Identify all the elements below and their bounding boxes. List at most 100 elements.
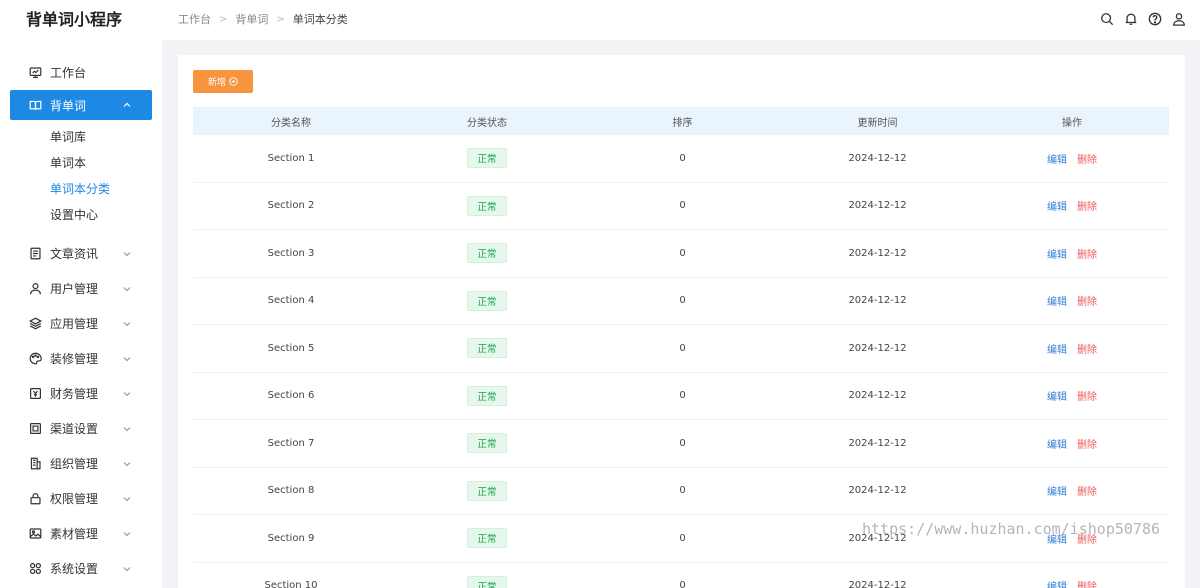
sidebar-item-label: 用户管理 bbox=[50, 282, 99, 296]
sidebar-item-label: 应用管理 bbox=[50, 317, 99, 331]
sidebar-item-apps[interactable]: 应用管理 bbox=[0, 306, 162, 341]
table-header: 分类名称 分类状态 排序 更新时间 操作 bbox=[193, 107, 1169, 135]
status-cell: 正常 bbox=[389, 148, 585, 169]
breadcrumb-item[interactable]: 工作台 bbox=[178, 0, 211, 40]
sidebar-item-system-settings[interactable]: 系统设置 bbox=[0, 551, 162, 586]
table-row: Section 5 正常 0 2024-12-12 编辑 删除 bbox=[193, 325, 1169, 373]
sidebar-item-permissions[interactable]: 权限管理 bbox=[0, 481, 162, 516]
sort-value: 0 bbox=[679, 152, 686, 164]
table-row: Section 3 正常 0 2024-12-12 编辑 删除 bbox=[193, 230, 1169, 278]
bell-icon[interactable] bbox=[1124, 12, 1138, 26]
monitor-icon bbox=[28, 66, 42, 80]
status-badge: 正常 bbox=[467, 338, 507, 359]
sort-value: 0 bbox=[679, 295, 686, 307]
edit-link[interactable]: 编辑 bbox=[1047, 246, 1067, 261]
actions-cell: 编辑 删除 bbox=[975, 246, 1169, 261]
delete-link[interactable]: 删除 bbox=[1077, 436, 1097, 451]
sidebar-subitem-word-library[interactable]: 单词库 bbox=[0, 124, 162, 150]
column-header: 操作 bbox=[1062, 117, 1082, 129]
chevron-right-icon: > bbox=[219, 14, 228, 25]
sidebar-item-vocab[interactable]: 背单词 bbox=[10, 90, 152, 120]
edit-link[interactable]: 编辑 bbox=[1047, 151, 1067, 166]
search-icon[interactable] bbox=[1100, 12, 1114, 26]
sort-value: 0 bbox=[679, 342, 686, 354]
status-cell: 正常 bbox=[389, 575, 585, 588]
delete-link[interactable]: 删除 bbox=[1077, 198, 1097, 213]
layers-icon bbox=[28, 317, 42, 331]
delete-link[interactable]: 删除 bbox=[1077, 531, 1097, 546]
sidebar-item-decoration[interactable]: 装修管理 bbox=[0, 341, 162, 376]
status-badge: 正常 bbox=[467, 290, 507, 311]
sidebar-item-channels[interactable]: 渠道设置 bbox=[0, 411, 162, 446]
edit-link[interactable]: 编辑 bbox=[1047, 198, 1067, 213]
actions-cell: 编辑 删除 bbox=[975, 151, 1169, 166]
delete-link[interactable]: 删除 bbox=[1077, 246, 1097, 261]
column-header: 更新时间 bbox=[857, 117, 898, 129]
status-cell: 正常 bbox=[389, 195, 585, 216]
delete-link[interactable]: 删除 bbox=[1077, 151, 1097, 166]
sort-value: 0 bbox=[679, 580, 686, 588]
delete-link[interactable]: 删除 bbox=[1077, 293, 1097, 308]
content-panel: 新增 分类名称 分类状态 排序 更新时间 操作 Section 1 正常 0 2024… bbox=[178, 55, 1185, 588]
category-name: Section 1 bbox=[267, 152, 315, 164]
sidebar-item-label: 渠道设置 bbox=[50, 422, 99, 436]
palette-icon bbox=[28, 352, 42, 366]
sidebar-item-workbench[interactable]: 工作台 bbox=[0, 55, 162, 90]
plus-circle-icon bbox=[229, 77, 238, 86]
finance-icon bbox=[28, 387, 42, 401]
actions-cell: 编辑 删除 bbox=[975, 483, 1169, 498]
table-row: Section 9 正常 0 2024-12-12 编辑 删除 bbox=[193, 515, 1169, 563]
sidebar-item-finance[interactable]: 财务管理 bbox=[0, 376, 162, 411]
category-name: Section 3 bbox=[267, 247, 315, 259]
category-name: Section 7 bbox=[267, 437, 315, 449]
chevron-down-icon bbox=[123, 496, 131, 501]
edit-link[interactable]: 编辑 bbox=[1047, 436, 1067, 451]
updated-time: 2024-12-12 bbox=[848, 247, 907, 259]
actions-cell: 编辑 删除 bbox=[975, 293, 1169, 308]
help-icon[interactable] bbox=[1148, 12, 1162, 26]
sidebar-item-materials[interactable]: 素材管理 bbox=[0, 516, 162, 551]
sidebar-subitem-wordbook-category[interactable]: 单词本分类 bbox=[0, 176, 162, 202]
edit-link[interactable]: 编辑 bbox=[1047, 531, 1067, 546]
sidebar-nav: 工作台 背单词 单词库 单词本 单词本分类 设置中心 文章资讯 用户管理 应用管… bbox=[0, 55, 162, 586]
edit-link[interactable]: 编辑 bbox=[1047, 578, 1067, 588]
chevron-down-icon bbox=[123, 356, 131, 361]
sidebar-item-articles[interactable]: 文章资讯 bbox=[0, 236, 162, 271]
category-name: Section 8 bbox=[267, 485, 315, 497]
chevron-down-icon bbox=[123, 251, 131, 256]
category-name: Section 5 bbox=[267, 342, 315, 354]
edit-link[interactable]: 编辑 bbox=[1047, 388, 1067, 403]
sidebar-item-users[interactable]: 用户管理 bbox=[0, 271, 162, 306]
user-icon[interactable] bbox=[1172, 12, 1186, 26]
updated-time: 2024-12-12 bbox=[848, 390, 907, 402]
status-cell: 正常 bbox=[389, 480, 585, 501]
sidebar-item-label: 工作台 bbox=[50, 66, 87, 80]
delete-link[interactable]: 删除 bbox=[1077, 341, 1097, 356]
sidebar-item-label: 素材管理 bbox=[50, 527, 99, 541]
table-row: Section 7 正常 0 2024-12-12 编辑 删除 bbox=[193, 420, 1169, 468]
delete-link[interactable]: 删除 bbox=[1077, 578, 1097, 588]
edit-link[interactable]: 编辑 bbox=[1047, 483, 1067, 498]
category-name: Section 4 bbox=[267, 295, 315, 307]
actions-cell: 编辑 删除 bbox=[975, 531, 1169, 546]
breadcrumb-item[interactable]: 背单词 bbox=[235, 0, 268, 40]
add-button[interactable]: 新增 bbox=[193, 70, 253, 93]
sort-value: 0 bbox=[679, 247, 686, 259]
table-row: Section 1 正常 0 2024-12-12 编辑 删除 bbox=[193, 135, 1169, 183]
updated-time: 2024-12-12 bbox=[848, 295, 907, 307]
sidebar-subitem-wordbook[interactable]: 单词本 bbox=[0, 150, 162, 176]
updated-time: 2024-12-12 bbox=[848, 200, 907, 212]
updated-time: 2024-12-12 bbox=[848, 485, 907, 497]
channel-icon bbox=[28, 422, 42, 436]
actions-cell: 编辑 删除 bbox=[975, 341, 1169, 356]
sidebar-subitem-settings-center[interactable]: 设置中心 bbox=[0, 202, 162, 228]
column-header: 分类状态 bbox=[467, 117, 507, 129]
actions-cell: 编辑 删除 bbox=[975, 578, 1169, 588]
edit-link[interactable]: 编辑 bbox=[1047, 293, 1067, 308]
category-name: Section 2 bbox=[267, 200, 315, 212]
edit-link[interactable]: 编辑 bbox=[1047, 341, 1067, 356]
sidebar-item-organization[interactable]: 组织管理 bbox=[0, 446, 162, 481]
delete-link[interactable]: 删除 bbox=[1077, 388, 1097, 403]
app-title: 背单词小程序 bbox=[26, 10, 123, 29]
delete-link[interactable]: 删除 bbox=[1077, 483, 1097, 498]
